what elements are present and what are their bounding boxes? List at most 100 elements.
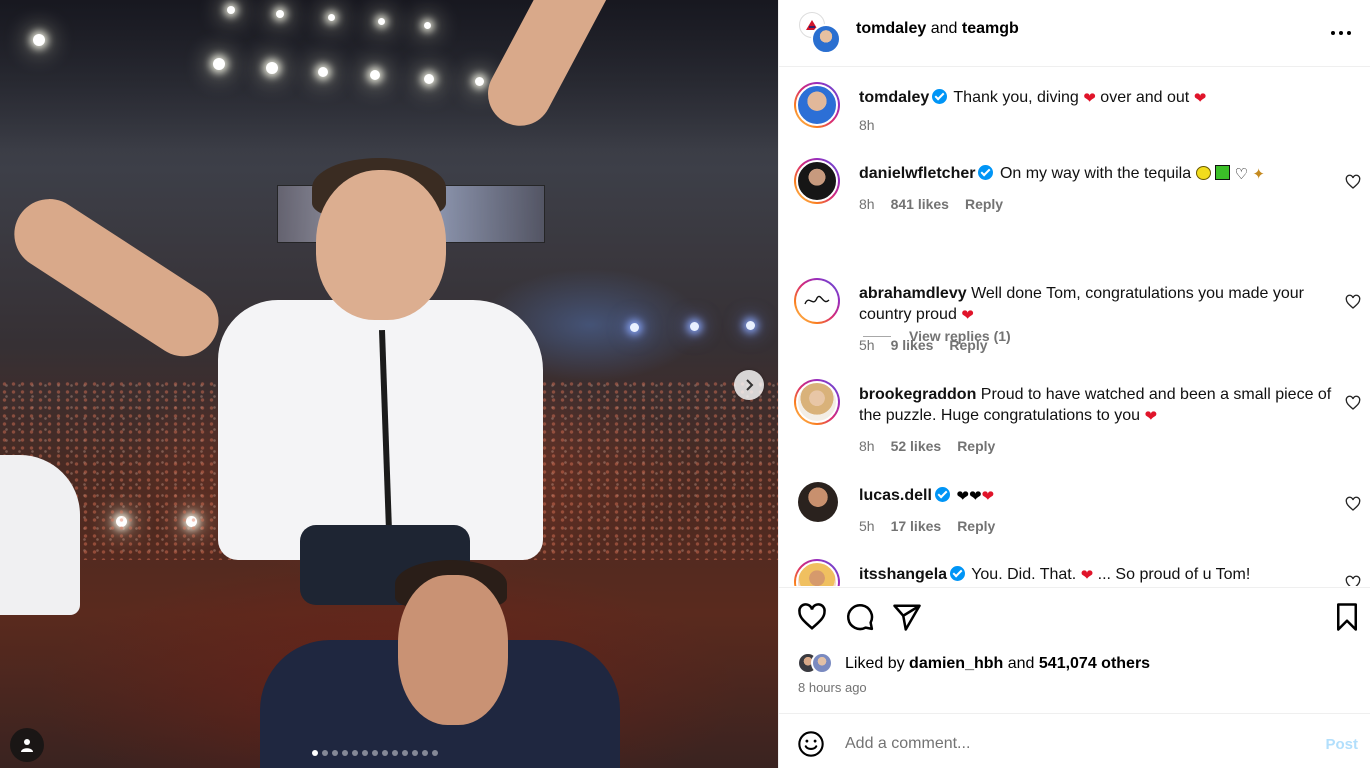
heart-icon[interactable]: [1345, 174, 1361, 190]
username-link[interactable]: abrahamdlevy: [859, 285, 967, 302]
username-link[interactable]: tomdaley: [859, 89, 929, 106]
timestamp: 8h: [859, 438, 875, 454]
collab-avatars[interactable]: [799, 12, 841, 54]
liked-by-summary: Liked by damien_hbh and 541,074 others: [845, 655, 1150, 673]
likes-count[interactable]: 52 likes: [891, 438, 942, 454]
post-time[interactable]: 8 hours ago: [798, 680, 867, 695]
reply-button[interactable]: Reply: [949, 337, 987, 353]
caption-part-1: Thank you, diving: [953, 89, 1079, 106]
liked-by-joiner: and: [1007, 655, 1035, 672]
timestamp: 8h: [859, 117, 875, 133]
comment-meta: 8h 841 likes Reply: [859, 196, 1003, 212]
stadium-roof: [0, 0, 778, 150]
heart-icon[interactable]: [797, 602, 827, 632]
timestamp: 5h: [859, 337, 875, 353]
comment-meta: 8h: [859, 117, 875, 133]
carousel-dot: [392, 750, 398, 756]
comment-text: brookegraddon Proud to have watched and …: [859, 384, 1339, 427]
heart-icon[interactable]: [1345, 575, 1361, 586]
liked-by-prefix: Liked by: [845, 655, 905, 672]
avatar[interactable]: [811, 652, 833, 674]
red-heart-icon: ❤: [961, 306, 974, 324]
user-tags-button[interactable]: [10, 728, 44, 762]
likes-count[interactable]: 9 likes: [891, 337, 934, 353]
stadium-light: [424, 74, 434, 84]
liked-by-user-link[interactable]: damien_hbh: [909, 655, 1003, 672]
red-heart-icon: ❤: [1193, 89, 1207, 107]
reply-button[interactable]: Reply: [957, 518, 995, 534]
heart-icon[interactable]: [1345, 395, 1361, 411]
stadium-light: [424, 22, 431, 29]
stadium-light: [475, 77, 484, 86]
username-link[interactable]: lucas.dell: [859, 487, 932, 504]
post-media-carousel: [0, 0, 778, 768]
comment-body: On my way with the tequila: [999, 165, 1192, 182]
avatar[interactable]: [794, 278, 840, 324]
chevron-right-icon: [746, 379, 754, 391]
carousel-dot: [372, 750, 378, 756]
red-heart-icon: ❤: [1083, 89, 1096, 107]
liked-by-others-link[interactable]: 541,074 others: [1039, 655, 1150, 672]
stadium-light: [227, 6, 235, 14]
black-heart-icon: ❤: [956, 487, 969, 505]
comment-body-part-2: ... So proud of u Tom!: [1097, 566, 1251, 583]
comment-body-part-1: You. Did. That.: [971, 566, 1077, 583]
avatar[interactable]: [794, 559, 840, 586]
red-heart-icon: ❤: [1144, 407, 1158, 425]
stadium-light: [328, 14, 335, 21]
comment-meta: 8h 52 likes Reply: [859, 438, 995, 454]
stadium-light: [213, 58, 225, 70]
verified-badge-icon: [978, 165, 994, 180]
avatar[interactable]: [794, 158, 840, 204]
reply-button[interactable]: Reply: [965, 196, 1003, 212]
carousel-dot: [382, 750, 388, 756]
caption-text: tomdaley Thank you, diving ❤ over and ou…: [859, 87, 1339, 109]
username-link[interactable]: itsshangela: [859, 566, 947, 583]
likes-count[interactable]: 17 likes: [891, 518, 942, 534]
avatar[interactable]: [794, 82, 840, 128]
more-options-button[interactable]: [1329, 21, 1353, 45]
smiley-icon[interactable]: [797, 730, 825, 758]
stadium-light: [33, 34, 45, 46]
black-heart-icon: ❤: [968, 487, 982, 505]
comments-list[interactable]: tomdaley Thank you, diving ❤ over and ou…: [779, 68, 1370, 586]
send-icon[interactable]: [892, 602, 922, 632]
red-heart-icon: ❤: [981, 487, 995, 505]
liked-by-avatars[interactable]: [797, 652, 833, 676]
heart-icon[interactable]: [1345, 496, 1361, 512]
username-link[interactable]: danielwfletcher: [859, 165, 975, 182]
avatar[interactable]: [794, 379, 840, 425]
user-tag-icon: [21, 739, 33, 752]
athlete-left: [0, 455, 80, 615]
party-popper-icon: ✦: [1252, 165, 1265, 183]
smiling-face: [316, 170, 446, 320]
comment-icon[interactable]: [845, 602, 875, 632]
author-link-teamgb[interactable]: teamgb: [962, 20, 1019, 37]
bookmark-icon[interactable]: [1332, 602, 1362, 632]
reply-button[interactable]: Reply: [957, 438, 995, 454]
post-authors: tomdaley and teamgb: [856, 20, 1019, 38]
comment-composer: Post: [779, 713, 1370, 768]
carousel-indicator: [312, 750, 438, 756]
heart-icon[interactable]: [1345, 294, 1361, 310]
post-comment-button[interactable]: Post: [1325, 736, 1358, 753]
comment-text: danielwfletcher On my way with the tequi…: [859, 163, 1339, 185]
red-heart-icon: ❤: [1080, 566, 1094, 584]
carousel-dot: [422, 750, 428, 756]
carousel-dot: [322, 750, 328, 756]
tomdaley-avatar[interactable]: [811, 24, 841, 54]
username-link[interactable]: brookegraddon: [859, 386, 976, 403]
likes-count[interactable]: 841 likes: [891, 196, 949, 212]
avatar[interactable]: [798, 482, 838, 522]
author-link-tomdaley[interactable]: tomdaley: [856, 20, 926, 37]
caption-part-2: over and out: [1100, 89, 1190, 106]
comment-text: lucas.dell ❤❤❤: [859, 485, 1339, 507]
stadium-light: [690, 322, 699, 331]
white-heart-icon: ♡: [1234, 165, 1248, 183]
comment-meta: 5h 17 likes Reply: [859, 518, 995, 534]
stadium-light: [630, 323, 639, 332]
raised-arm-left: [0, 185, 232, 370]
carousel-next-button[interactable]: [734, 370, 764, 400]
comment-input[interactable]: [845, 728, 1285, 760]
timestamp: 5h: [859, 518, 875, 534]
